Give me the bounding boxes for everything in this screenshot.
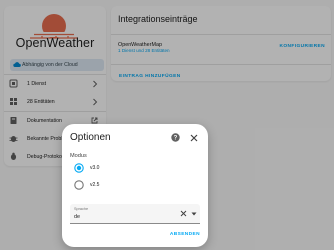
dialog-title: Optionen — [70, 132, 111, 143]
close-icon[interactable] — [190, 134, 198, 142]
radio-label-v25: v2.5 — [90, 182, 100, 188]
radio-label-v30: v3.0 — [90, 165, 100, 171]
radio-v30[interactable] — [74, 163, 84, 173]
language-value: de — [74, 214, 80, 220]
help-icon[interactable]: ? — [171, 133, 180, 142]
caret-down-icon[interactable] — [191, 212, 197, 216]
radio-v25[interactable] — [74, 180, 84, 190]
options-dialog: Optionen ? Modus v3.0 v2.5 Sprache de AB… — [62, 124, 208, 247]
mode-label: Modus — [70, 153, 87, 159]
language-select[interactable]: Sprache de — [70, 204, 200, 224]
svg-text:?: ? — [174, 136, 178, 142]
submit-button[interactable]: ABSENDEN — [170, 232, 200, 237]
language-caption: Sprache — [74, 207, 89, 211]
clear-icon[interactable] — [180, 210, 187, 217]
